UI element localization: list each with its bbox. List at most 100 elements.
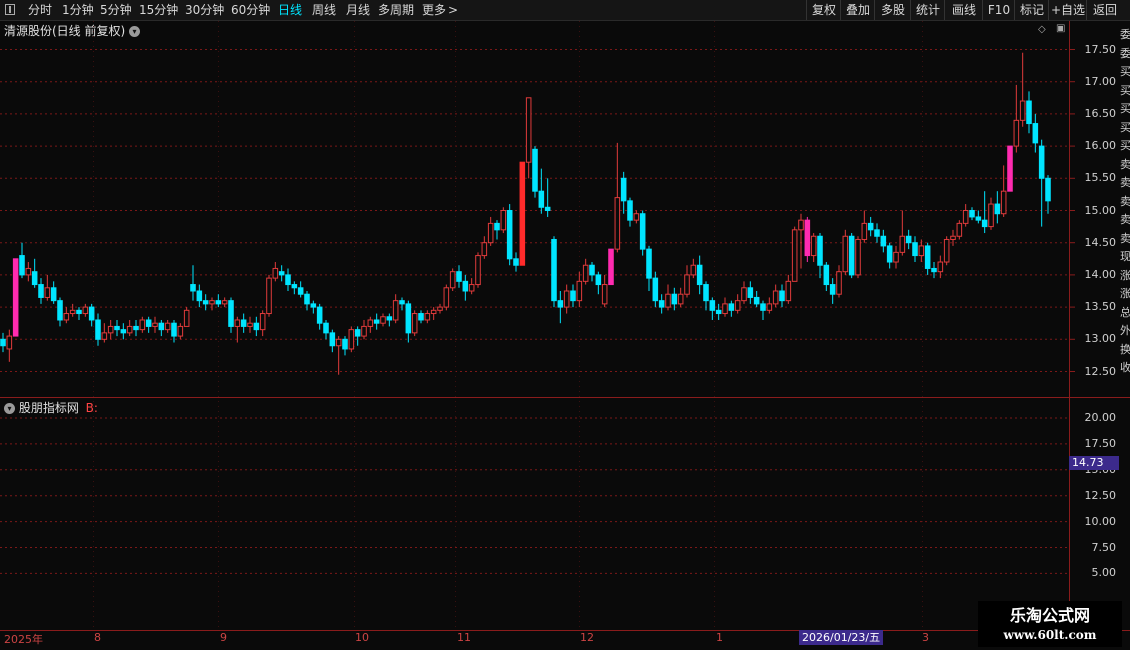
candle [291,281,298,295]
menu-icon[interactable] [5,4,15,15]
period-tab-3[interactable]: 15分钟 [139,2,178,18]
candle [829,278,836,304]
date-axis-label: 12 [580,631,594,644]
candle [684,265,690,298]
candle [912,236,918,263]
toolbar-button-2[interactable]: 多股 [874,0,911,20]
candle [981,191,988,234]
candle [950,229,956,246]
cursor-date-badge: 2026/01/23/五 [799,630,884,645]
candle [576,271,583,308]
candle [177,323,184,340]
candle [278,265,285,282]
candle [399,297,405,311]
period-tab-2[interactable]: 5分钟 [100,2,132,18]
toolbar-button-3[interactable]: 统计 [910,0,945,20]
kline-chart [0,21,1130,631]
candle [734,294,741,314]
watermark-logo: 乐淘公式网 www.60lt.com [978,601,1122,647]
candle [361,319,367,340]
period-tab-0[interactable]: 分时 [28,2,52,18]
candle [152,316,158,333]
chevron-right-icon[interactable]: > [448,2,458,18]
period-tab-5[interactable]: 60分钟 [231,2,270,18]
quote-panel-label: 委 [1120,28,1130,41]
candle [905,229,912,250]
candle [715,303,722,320]
toolbar-button-0[interactable]: 复权 [806,0,841,20]
candle [88,303,95,327]
toolbar-button-8[interactable]: 返回 [1086,0,1123,20]
period-tab-6[interactable]: 日线 [278,2,302,18]
toolbar-button-6[interactable]: 标记 [1014,0,1049,20]
candle [380,313,386,327]
candle [595,271,602,295]
toolbar-button-4[interactable]: 画线 [944,0,983,20]
candle [646,245,652,291]
candle [297,281,304,298]
toolbar-button-1[interactable]: 叠加 [840,0,875,20]
candle [228,297,234,333]
candle [690,258,697,279]
period-tab-9[interactable]: 多周期 [378,2,414,18]
candle [608,248,614,286]
candle [202,294,209,311]
candle [354,326,361,346]
period-tab-1[interactable]: 1分钟 [62,2,94,18]
candle [69,303,76,317]
quote-panel-label: 卖 [1120,213,1130,226]
indicator-axis-label: 20.00 [1084,411,1117,424]
price-axis-label: 14.00 [1084,267,1117,281]
price-axis-label: 16.00 [1084,139,1117,153]
candle [500,207,507,234]
candle [107,319,114,340]
indicator-axis-label: 17.50 [1084,436,1117,450]
candle [126,319,133,337]
candle [570,284,576,308]
price-axis-label: 13.50 [1084,300,1117,314]
candle [57,297,63,327]
period-toolbar: 分时 1分钟 5分钟 15分钟 30分钟 60分钟 日线 周线 月线 多周期 更多 > 复权 叠加 多股… [0,0,1130,21]
candle [956,220,963,240]
candle [285,268,291,291]
period-tab-10[interactable]: 更多 [422,2,446,18]
candle [563,284,570,314]
candle [386,313,393,327]
candle [418,310,424,324]
candle [665,284,671,311]
price-axis-label: 17.00 [1084,74,1117,88]
candle [101,323,108,343]
price-axis-label: 14.50 [1084,235,1117,249]
toolbar-button-5[interactable]: F10 [982,0,1015,20]
period-tab-8[interactable]: 月线 [346,2,370,18]
indicator-axis-label: 12.50 [1084,488,1117,502]
candle [38,278,44,304]
dropdown-icon[interactable]: ▾ [4,403,15,414]
candle [544,178,551,217]
indicator-name: 股朋指标网 [18,401,79,415]
candle [867,216,874,237]
candle [310,300,317,314]
period-tab-4[interactable]: 30分钟 [185,2,224,18]
candle [449,268,456,291]
watermark-line2: www.60lt.com [1003,628,1097,642]
quote-panel-label: 卖 [1120,157,1130,171]
toolbar-button-7[interactable]: +自选 [1048,0,1087,20]
period-tab-7[interactable]: 周线 [312,2,336,18]
candle [696,255,703,295]
candle [1038,139,1045,227]
candle [468,278,475,295]
candle [519,161,526,266]
candle [601,274,608,308]
candle [969,207,975,221]
quote-panel-label: 卖 [1120,231,1130,245]
quote-panel-label: 收 [1120,361,1130,374]
price-axis-label: 17.50 [1084,42,1117,56]
candle [823,262,830,291]
candle [1032,113,1039,153]
candle [183,307,190,327]
candle [652,271,659,308]
price-axis-label: 13.00 [1084,332,1117,346]
candle [139,316,146,333]
candle [487,216,494,246]
